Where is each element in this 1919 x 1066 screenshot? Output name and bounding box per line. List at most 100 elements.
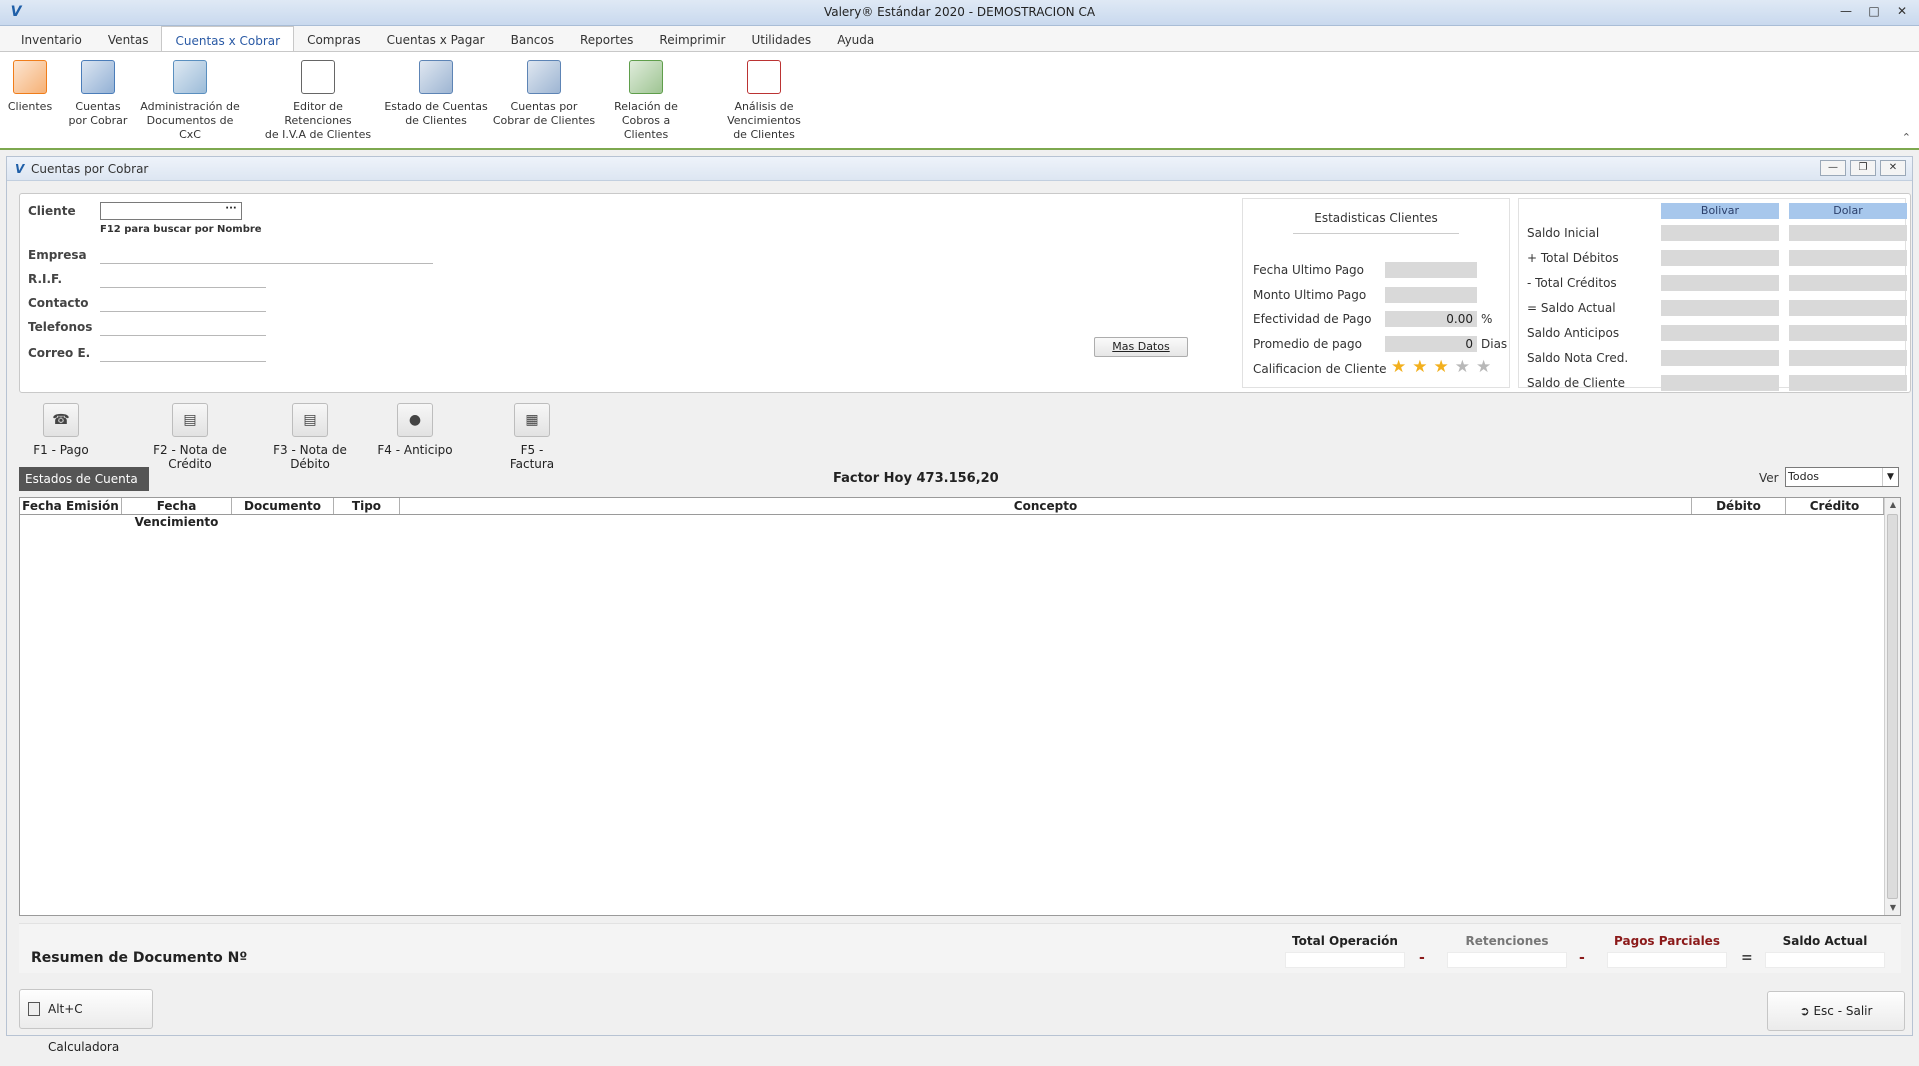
balance-row-label: Saldo Anticipos (1527, 326, 1620, 340)
star-icon[interactable]: ★ (1455, 357, 1470, 377)
calculadora-button[interactable]: Alt+C Calculadora (19, 989, 153, 1054)
star-icon[interactable]: ★ (1434, 357, 1449, 377)
ver-select[interactable]: Todos ▼ (1785, 467, 1899, 487)
ribbon-label-line2: de I.V.A de Clientes (264, 128, 372, 141)
payment-button[interactable]: ☎ F1 - Pago (33, 403, 89, 457)
menu-ventas[interactable]: Ventas (95, 26, 162, 51)
child-minimize-icon[interactable]: — (1820, 160, 1846, 176)
retenciones-value (1447, 952, 1567, 968)
child-restore-icon[interactable]: ❐ (1850, 160, 1876, 176)
column-tipo[interactable]: Tipo (334, 498, 400, 514)
balance-bolivar-value (1661, 300, 1779, 316)
ribbon-due-dates-calendar-button[interactable]: Análisis de Vencimientos de Clientes (698, 60, 830, 142)
ribbon-label-line1: Cuentas (75, 100, 121, 113)
cliente-lookup-button[interactable]: ··· (222, 203, 240, 219)
ribbon-account-statement-button[interactable]: Estado de Cuentas de Clientes (384, 60, 488, 128)
promedio-label: Promedio de pago (1253, 337, 1362, 351)
child-close-icon[interactable]: ✕ (1880, 160, 1906, 176)
pagos-parciales-label: Pagos Parciales (1614, 934, 1720, 948)
star-icon[interactable]: ★ (1391, 357, 1406, 377)
balance-bolivar-value (1661, 275, 1779, 291)
total-operacion-value (1285, 952, 1405, 968)
cliente-input[interactable] (100, 202, 242, 220)
ribbon-cxc-document-button[interactable]: Cuentas por Cobrar (66, 60, 130, 128)
dolar-header: Dolar (1789, 203, 1907, 219)
grid-scrollbar[interactable]: ▲ ▼ (1884, 498, 1900, 915)
ribbon-label-line1: Relación de (614, 100, 678, 113)
rif-field[interactable] (100, 270, 266, 288)
mas-datos-button[interactable]: Mas Datos (1094, 337, 1188, 357)
menu-reportes[interactable]: Reportes (567, 26, 646, 51)
rating-stars: ★ ★ ★ ★ ★ (1391, 357, 1491, 377)
ribbon-collapse-icon[interactable]: ⌃ (1902, 131, 1911, 144)
menu-compras[interactable]: Compras (294, 26, 374, 51)
chevron-down-icon[interactable]: ▼ (1882, 468, 1898, 486)
star-icon[interactable]: ★ (1412, 357, 1427, 377)
window-title: Valery® Estándar 2020 - DEMOSTRACION CA (823, 5, 1096, 19)
correo-field[interactable] (100, 344, 266, 362)
advance-icon: ● (397, 403, 433, 437)
child-window-titlebar: V Cuentas por Cobrar — ❐ ✕ (7, 157, 1912, 181)
fecha-ultimo-pago-label: Fecha Ultimo Pago (1253, 263, 1365, 277)
menu-reimprimir[interactable]: Reimprimir (646, 26, 738, 51)
total-operacion-label: Total Operación (1292, 934, 1398, 948)
scroll-thumb[interactable] (1887, 514, 1898, 899)
salir-button[interactable]: ➲ Esc - Salir (1767, 991, 1905, 1031)
column-debito[interactable]: Débito (1692, 498, 1786, 514)
action-label: F3 - Nota de Débito (273, 443, 347, 471)
stats-panel: Estadisticas Clientes Fecha Ultimo Pago … (1242, 198, 1510, 388)
window-titlebar: V Valery® Estándar 2020 - DEMOSTRACION C… (0, 0, 1919, 26)
statement-grid[interactable]: Fecha Emisión Fecha Vencimiento Documento T… (19, 497, 1901, 916)
ribbon-label-line1: Editor de Retenciones (284, 100, 352, 127)
telefonos-field[interactable] (100, 318, 266, 336)
menu-cuentas-x-cobrar[interactable]: Cuentas x Cobrar (161, 26, 295, 51)
balance-bolivar-value (1661, 325, 1779, 341)
ribbon-label-line2: por Cobrar (68, 114, 128, 127)
minimize-icon[interactable]: — (1837, 2, 1855, 20)
menu-bancos[interactable]: Bancos (498, 26, 567, 51)
credit-note-button[interactable]: ▤ F2 - Nota de Crédito (135, 403, 245, 471)
scroll-down-icon[interactable]: ▼ (1885, 901, 1901, 915)
child-window-title: Cuentas por Cobrar (31, 162, 149, 176)
ribbon-label-line2: de Clientes (733, 128, 795, 141)
ribbon-person-button[interactable]: Clientes (6, 60, 54, 114)
bolivar-header: Bolivar (1661, 203, 1779, 219)
ribbon-collections-calendar-button[interactable]: Relación de Cobros a Clientes (598, 60, 694, 142)
column-fecha-emision[interactable]: Fecha Emisión (20, 498, 122, 514)
ribbon-label-line1: Clientes (7, 100, 53, 113)
column-concepto[interactable]: Concepto (400, 498, 1692, 514)
balance-dolar-value (1789, 250, 1907, 266)
star-icon[interactable]: ★ (1476, 357, 1491, 377)
calculadora-label: Alt+C Calculadora (48, 1002, 120, 1054)
credit-note-icon: ▤ (172, 403, 208, 437)
menu-ayuda[interactable]: Ayuda (824, 26, 887, 51)
column-credito[interactable]: Crédito (1786, 498, 1884, 514)
action-label: F2 - Nota de Crédito (153, 443, 227, 471)
action-toolbar: ☎ F1 - Pago ▤ F2 - Nota de Crédito ▤ F3 - Not… (19, 401, 1899, 471)
column-fecha-vencimiento[interactable]: Fecha Vencimiento (122, 498, 232, 529)
empresa-field[interactable] (100, 246, 433, 264)
action-label: F1 - Pago (33, 443, 89, 457)
menu-utilidades[interactable]: Utilidades (738, 26, 824, 51)
debit-note-button[interactable]: ▤ F3 - Nota de Débito (257, 403, 363, 471)
saldo-actual-value (1765, 952, 1885, 968)
ribbon-label-line1: Análisis de Vencimientos (727, 100, 801, 127)
invoice-button[interactable]: ▦ F5 - Factura (499, 403, 565, 471)
ribbon-tax-editor-button[interactable]: Editor de Retenciones de I.V.A de Cliente… (258, 60, 378, 142)
menu-inventario[interactable]: Inventario (8, 26, 95, 51)
pagos-parciales-value (1607, 952, 1727, 968)
retenciones-label: Retenciones (1465, 934, 1549, 948)
estados-de-cuenta-tab[interactable]: Estados de Cuenta (19, 467, 149, 491)
balance-panel: Bolivar Dolar Saldo Inicial + Total Débit… (1518, 198, 1907, 391)
scroll-up-icon[interactable]: ▲ (1885, 498, 1901, 512)
ver-select-value: Todos (1788, 470, 1820, 483)
ribbon-documents-admin-button[interactable]: Administración de Documentos de CxC (134, 60, 246, 142)
close-icon[interactable]: ✕ (1893, 2, 1911, 20)
advance-button[interactable]: ● F4 - Anticipo (377, 403, 453, 457)
monto-ultimo-pago-label: Monto Ultimo Pago (1253, 288, 1367, 302)
ribbon-client-receivables-button[interactable]: Cuentas por Cobrar de Clientes (492, 60, 596, 128)
column-documento[interactable]: Documento (232, 498, 334, 514)
menu-cuentas-x-pagar[interactable]: Cuentas x Pagar (374, 26, 498, 51)
maximize-icon[interactable]: □ (1865, 2, 1883, 20)
contacto-field[interactable] (100, 294, 266, 312)
